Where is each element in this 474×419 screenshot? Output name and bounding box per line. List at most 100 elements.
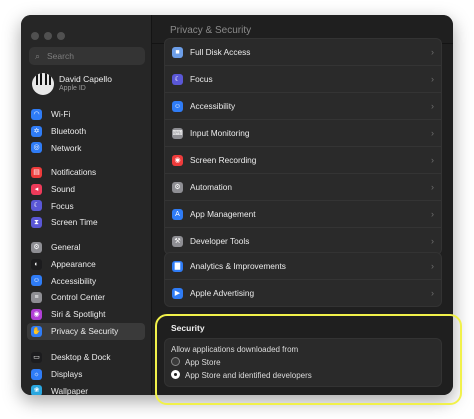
chevron-right-icon: ›	[431, 288, 434, 298]
chevron-right-icon: ›	[431, 182, 434, 192]
switches-icon: ≡	[31, 292, 42, 304]
hourglass-icon: ⧗	[31, 217, 42, 229]
sidebar-item-bluetooth[interactable]: ✡ Bluetooth	[27, 123, 145, 140]
row-label: Input Monitoring	[190, 128, 250, 138]
sidebar-item-label: Accessibility	[51, 275, 97, 286]
megaphone-icon: ▶	[172, 287, 183, 299]
record-icon: ◉	[172, 154, 183, 166]
chevron-right-icon: ›	[431, 47, 434, 57]
chevron-right-icon: ›	[431, 209, 434, 219]
row-label: Developer Tools	[190, 236, 250, 246]
sidebar-item-label: Desktop & Dock	[51, 352, 111, 362]
search-input[interactable]: ⌕ Search	[29, 47, 145, 65]
page-title: Privacy & Security	[170, 25, 252, 36]
row-label: Apple Advertising	[190, 288, 255, 298]
row-automation[interactable]: ⚙ Automation ›	[165, 174, 441, 201]
moon-icon: ☾	[31, 200, 42, 212]
sun-icon: ☼	[31, 368, 42, 380]
row-developer-tools[interactable]: ⚒ Developer Tools ›	[165, 228, 441, 254]
chevron-right-icon: ›	[431, 74, 434, 84]
gear-icon: ⚙	[31, 241, 42, 253]
search-placeholder: Search	[47, 51, 74, 61]
apple-id-account[interactable]: David Capello Apple ID	[29, 73, 147, 97]
sidebar-item-screen-time[interactable]: ⧗ Screen Time	[27, 214, 145, 231]
sidebar-item-label: Notifications	[51, 167, 97, 177]
analytics-group: ▇ Analytics & Improvements › ▶ Apple Advert…	[164, 252, 442, 307]
circle-half-icon: ◐	[31, 258, 42, 270]
sidebar-item-label: Screen Time	[51, 217, 98, 228]
sidebar-item-displays[interactable]: ☼ Displays	[27, 366, 145, 383]
hand-icon: ✋	[31, 325, 42, 337]
sidebar: ⌕ Search David Capello Apple ID ◠ Wi-Fi ✡ B…	[21, 15, 152, 395]
dock-icon: ▭	[31, 351, 42, 363]
sidebar-item-label: General	[51, 242, 81, 252]
row-screen-recording[interactable]: ◉ Screen Recording ›	[165, 147, 441, 174]
row-focus[interactable]: ☾ Focus ›	[165, 66, 441, 93]
row-label: Focus	[190, 74, 213, 84]
gears-icon: ⚙	[172, 181, 183, 193]
sidebar-item-accessibility[interactable]: ☺ Accessibility	[27, 273, 145, 290]
sidebar-group-network: ◠ Wi-Fi ✡ Bluetooth ◎ Network	[27, 106, 145, 156]
row-input-monitoring[interactable]: ⌨ Input Monitoring ›	[165, 120, 441, 147]
chart-icon: ▇	[172, 260, 183, 272]
row-full-disk-access[interactable]: ■ Full Disk Access ›	[165, 39, 441, 66]
sidebar-item-sound[interactable]: ◂ Sound	[27, 181, 145, 198]
speaker-icon: ◂	[31, 183, 42, 195]
globe-icon: ◎	[31, 142, 42, 154]
row-analytics-improvements[interactable]: ▇ Analytics & Improvements ›	[165, 253, 441, 280]
sidebar-group-display: ▭ Desktop & Dock ☼ Displays ❀ Wallpaper	[27, 349, 145, 395]
zoom-window-button[interactable]	[57, 32, 65, 40]
sidebar-item-label: Focus	[51, 200, 74, 211]
sidebar-item-label: Siri & Spotlight	[51, 309, 106, 320]
sidebar-item-label: Control Center	[51, 292, 105, 303]
row-label: Analytics & Improvements	[190, 261, 286, 271]
sidebar-item-network[interactable]: ◎ Network	[27, 140, 145, 157]
row-label: Full Disk Access	[190, 47, 251, 57]
chevron-right-icon: ›	[431, 101, 434, 111]
sidebar-item-label: Sound	[51, 183, 75, 194]
sidebar-item-focus[interactable]: ☾ Focus	[27, 198, 145, 215]
account-subtitle: Apple ID	[59, 85, 86, 92]
sidebar-item-desktop-dock[interactable]: ▭ Desktop & Dock	[27, 349, 145, 366]
sidebar-item-siri-spotlight[interactable]: ◉ Siri & Spotlight	[27, 306, 145, 323]
chevron-right-icon: ›	[431, 236, 434, 246]
sidebar-item-wifi[interactable]: ◠ Wi-Fi	[27, 106, 145, 123]
siri-icon: ◉	[31, 309, 42, 321]
sidebar-item-label: Wallpaper	[51, 385, 89, 395]
minimize-window-button[interactable]	[44, 32, 52, 40]
sidebar-item-control-center[interactable]: ≡ Control Center	[27, 289, 145, 306]
row-apple-advertising[interactable]: ▶ Apple Advertising ›	[165, 280, 441, 306]
row-app-management[interactable]: A App Management ›	[165, 201, 441, 228]
sidebar-group-system: ⚙ General ◐ Appearance ☺ Accessibility ≡ Con…	[27, 239, 145, 340]
close-window-button[interactable]	[31, 32, 39, 40]
sidebar-item-label: Network	[51, 142, 82, 153]
moon-icon: ☾	[172, 73, 183, 85]
hammer-icon: ⚒	[172, 235, 183, 247]
folder-icon: ■	[172, 46, 183, 58]
photo-icon: ❀	[31, 385, 42, 395]
sidebar-item-label: Displays	[51, 368, 83, 379]
privacy-permissions-group: ■ Full Disk Access › ☾ Focus › ☺ Accessibilit…	[164, 38, 442, 255]
chevron-right-icon: ›	[431, 155, 434, 165]
sidebar-item-general[interactable]: ⚙ General	[27, 239, 145, 256]
sidebar-item-appearance[interactable]: ◐ Appearance	[27, 256, 145, 273]
sidebar-item-label: Wi-Fi	[51, 109, 71, 119]
row-accessibility[interactable]: ☺ Accessibility ›	[165, 93, 441, 120]
sidebar-item-notifications[interactable]: ▤ Notifications	[27, 164, 145, 181]
search-icon: ⌕	[35, 51, 41, 61]
wifi-icon: ◠	[31, 108, 42, 120]
sidebar-item-wallpaper[interactable]: ❀ Wallpaper	[27, 383, 145, 395]
sidebar-item-label: Bluetooth	[51, 125, 87, 136]
traffic-lights	[31, 27, 70, 45]
app-store-icon: A	[172, 208, 183, 220]
row-label: Accessibility	[190, 101, 236, 111]
bluetooth-icon: ✡	[31, 125, 42, 137]
highlight-annotation	[155, 314, 462, 405]
account-name: David Capello	[59, 74, 112, 84]
bell-icon: ▤	[31, 166, 42, 178]
sidebar-item-label: Appearance	[51, 258, 96, 269]
sidebar-item-label: Privacy & Security	[51, 325, 119, 336]
chevron-right-icon: ›	[431, 261, 434, 271]
sidebar-item-privacy-security[interactable]: ✋ Privacy & Security	[27, 322, 145, 340]
avatar	[32, 73, 54, 95]
